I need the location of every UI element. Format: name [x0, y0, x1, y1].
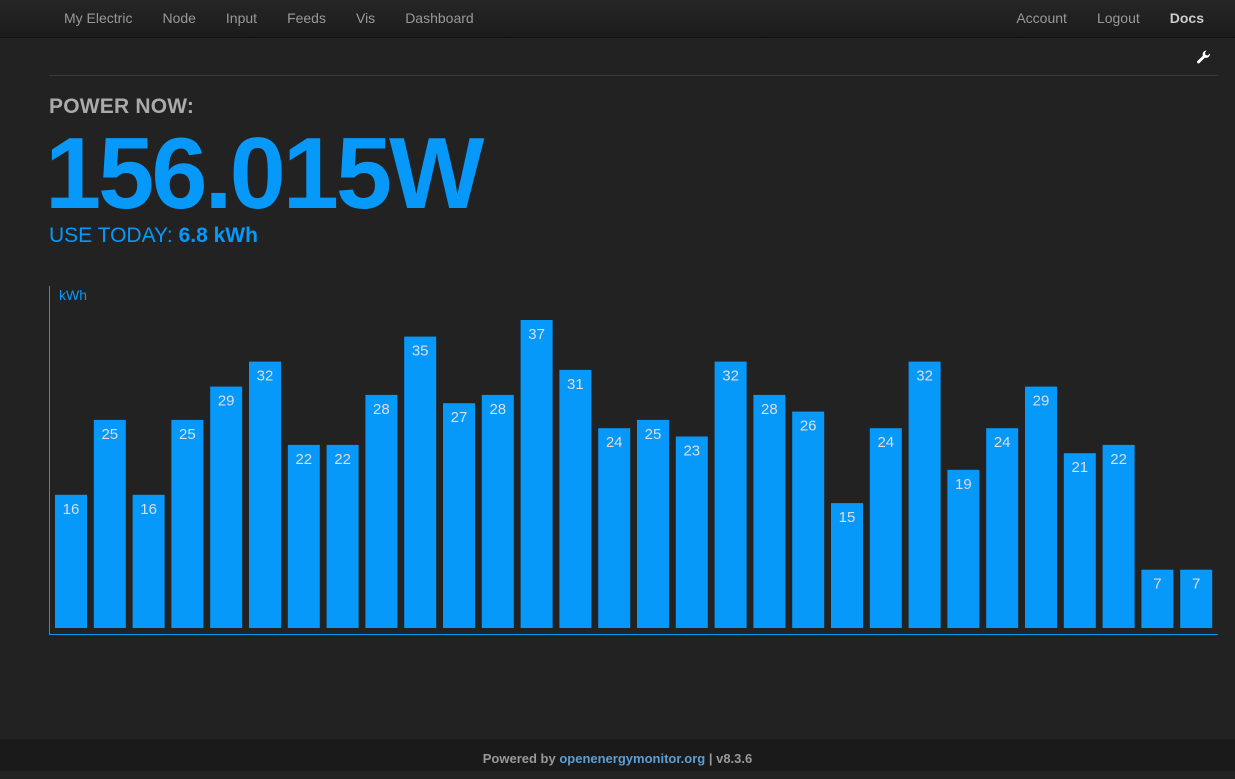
bar-23[interactable]: [908, 361, 941, 628]
nav-vis[interactable]: Vis: [341, 0, 390, 37]
bar-17[interactable]: [675, 436, 708, 629]
bar-label-21: 15: [839, 509, 856, 526]
bar-10[interactable]: [404, 336, 437, 628]
bar-chart-svg: kWh 16 25 16 25 29 32 22 22 28 35 27 28 37 31 24 25 23 32…: [49, 286, 1218, 635]
main-content: POWER NOW: 156.015W USE TODAY: 6.8 kWh k…: [45, 38, 1218, 635]
bar-label-19: 28: [761, 401, 778, 418]
bar-label-27: 21: [1071, 459, 1088, 476]
toolbar: [49, 38, 1218, 76]
bar-15[interactable]: [598, 428, 631, 628]
bar-label-15: 24: [606, 434, 623, 451]
bar-label-22: 24: [877, 434, 894, 451]
nav-logout[interactable]: Logout: [1082, 0, 1155, 37]
bar-label-24: 19: [955, 476, 972, 493]
bar-25[interactable]: [986, 428, 1019, 628]
bar-22[interactable]: [869, 428, 902, 628]
footer-link[interactable]: openenergymonitor.org: [559, 751, 705, 766]
bar-label-3: 16: [140, 501, 157, 518]
bar-label-14: 31: [567, 376, 584, 393]
bar-14[interactable]: [559, 369, 592, 628]
bar-label-10: 35: [412, 343, 429, 360]
navbar: My Electric Node Input Feeds Vis Dashboa…: [0, 0, 1235, 38]
bar-19[interactable]: [753, 394, 786, 628]
bar-20[interactable]: [792, 411, 825, 628]
bar-label-7: 22: [295, 451, 312, 468]
bar-label-17: 23: [683, 443, 700, 460]
bar-18[interactable]: [714, 361, 747, 628]
bar-label-4: 25: [179, 426, 196, 443]
bar-label-12: 28: [489, 401, 506, 418]
power-now-value: 156.015W: [45, 118, 484, 230]
bar-2[interactable]: [93, 419, 126, 628]
nav-input[interactable]: Input: [211, 0, 272, 37]
bars-group: 16 25 16 25 29 32 22 22 28 35 27 28 37 31 24 25 23 32 28 26…: [55, 320, 1213, 629]
nav-node[interactable]: Node: [147, 0, 210, 37]
bar-5[interactable]: [210, 386, 243, 628]
nav-feeds[interactable]: Feeds: [272, 0, 341, 37]
bar-26[interactable]: [1025, 386, 1057, 628]
bar-16[interactable]: [637, 419, 669, 628]
use-today: USE TODAY: 6.8 kWh: [49, 224, 258, 248]
bar-label-29: 7: [1153, 576, 1161, 593]
bar-24[interactable]: [947, 469, 980, 628]
bar-label-8: 22: [334, 451, 351, 468]
nav-left: My Electric Node Input Feeds Vis Dashboa…: [49, 0, 489, 37]
bar-12[interactable]: [481, 394, 514, 628]
bar-label-11: 27: [451, 409, 468, 426]
nav-right: Account Logout Docs: [1001, 0, 1219, 37]
footer-version: | v8.3.6: [705, 751, 753, 766]
nav-account[interactable]: Account: [1001, 0, 1082, 37]
bar-27[interactable]: [1063, 453, 1096, 628]
nav-dashboard[interactable]: Dashboard: [390, 0, 489, 37]
bar-label-5: 29: [218, 393, 235, 410]
bar-label-26: 29: [1033, 393, 1050, 410]
footer: Powered by openenergymonitor.org | v8.3.…: [0, 739, 1235, 771]
bar-7[interactable]: [287, 444, 320, 628]
bar-label-16: 25: [645, 426, 662, 443]
bar-label-25: 24: [994, 434, 1011, 451]
bar-4[interactable]: [171, 419, 204, 628]
bar-label-30: 7: [1192, 576, 1200, 593]
bar-label-9: 28: [373, 401, 390, 418]
use-today-label: USE TODAY:: [49, 224, 179, 247]
bar-label-2: 25: [101, 426, 118, 443]
bar-label-13: 37: [528, 326, 545, 343]
bar-8[interactable]: [326, 444, 359, 628]
footer-prefix: Powered by: [482, 751, 560, 766]
bar-label-6: 32: [257, 368, 274, 385]
bar-label-1: 16: [63, 501, 80, 518]
nav-my-electric[interactable]: My Electric: [49, 0, 147, 37]
bar-label-18: 32: [722, 368, 739, 385]
bar-label-23: 32: [916, 368, 933, 385]
nav-docs[interactable]: Docs: [1155, 0, 1219, 37]
bar-9[interactable]: [365, 394, 398, 628]
bar-28[interactable]: [1102, 444, 1135, 628]
bar-6[interactable]: [249, 361, 281, 628]
bar-label-20: 26: [800, 418, 817, 435]
use-today-value: 6.8 kWh: [178, 224, 258, 247]
bar-13[interactable]: [520, 320, 553, 628]
y-axis-label: kWh: [59, 287, 87, 303]
bar-11[interactable]: [443, 403, 475, 628]
daily-kwh-chart: kWh 16 25 16 25 29 32 22 22 28 35 27 28 37 31 24 25 23 32…: [49, 286, 1218, 635]
wrench-icon[interactable]: [1196, 49, 1212, 65]
bar-label-28: 22: [1110, 451, 1127, 468]
